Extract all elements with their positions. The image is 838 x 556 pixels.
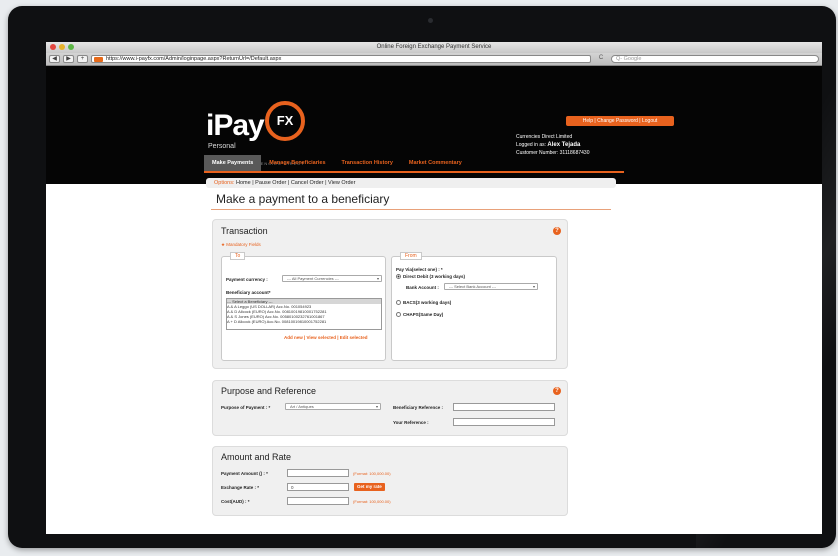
company-name: Currencies Direct Limited — [516, 134, 573, 140]
logged-in-line: Logged in as: Alex Tejada — [516, 141, 589, 149]
window-controls — [50, 44, 74, 50]
title-divider — [211, 209, 611, 210]
browser-toolbar: ◀ ▶ + https://www.i-payfx.com/Admin/logi… — [46, 53, 822, 66]
logo-subtitle: Personal — [208, 143, 236, 150]
payment-amount-input[interactable] — [287, 469, 349, 477]
your-reference-label: Your Reference : — [393, 420, 429, 425]
main-nav: Make Payments Manage Beneficiaries Trans… — [204, 155, 470, 171]
bank-account-select[interactable]: --- Select Bank Account --- — [444, 283, 538, 290]
tab-transaction-history[interactable]: Transaction History — [334, 155, 401, 171]
camera-icon — [428, 18, 433, 23]
tab-make-payments[interactable]: Make Payments — [204, 155, 262, 171]
radio-icon[interactable] — [396, 300, 401, 306]
beneficiary-account-label: Beneficiary account* — [226, 290, 271, 295]
close-window-icon[interactable] — [50, 44, 56, 50]
to-legend: To — [230, 252, 246, 260]
address-url: https://www.i-payfx.com/Admin/loginpage.… — [106, 56, 282, 62]
payment-currency-select[interactable]: --- All Payment Currencies --- — [282, 275, 382, 282]
cost-label: Cost(AUD) : * — [221, 499, 250, 504]
add-bookmark-button[interactable]: + — [77, 55, 88, 63]
payment-amount-hint: (Format: 100,000.00) — [353, 471, 391, 476]
beneficiary-list[interactable]: --- Select a Beneficiary --- A & A Leggo… — [226, 298, 382, 330]
amount-panel: Amount and Rate Payment Amount () : * (F… — [212, 446, 568, 516]
beneficiary-reference-input[interactable] — [453, 403, 555, 411]
cost-hint: (Format: 100,000.00) — [353, 499, 391, 504]
beneficiary-reference-label: Beneficiary Reference : — [393, 405, 444, 410]
favicon-icon — [94, 57, 103, 62]
options-bar: Options: Home | Pause Order | Cancel Ord… — [206, 178, 616, 188]
help-icon[interactable]: ? — [553, 387, 561, 395]
pay-via-label: Pay Via(select one) : * — [396, 267, 443, 272]
exchange-rate-label: Exchange Rate : * — [221, 485, 260, 490]
tab-manage-beneficiaries[interactable]: Manage Beneficiaries — [261, 155, 333, 171]
laptop-bezel: Online Foreign Exchange Payment Service … — [8, 6, 836, 548]
mandatory-note: ★ Mandatory Fields — [221, 242, 261, 247]
to-box: To Payment currency : --- All Payment Cu… — [221, 252, 386, 361]
bank-account-label: Bank Account : — [406, 285, 439, 290]
purpose-select[interactable]: Art / Antiques — [285, 403, 381, 410]
direct-debit-radio[interactable]: Direct Debit (3 working days) — [396, 274, 466, 280]
radio-selected-icon[interactable] — [396, 274, 401, 280]
fx-logo-icon: FX — [265, 101, 305, 141]
options-links[interactable]: Home | Pause Order | Cancel Order | View… — [236, 180, 355, 186]
payment-currency-label: Payment currency : — [226, 277, 268, 282]
logged-in-label: Logged in as: — [516, 142, 547, 148]
browser-title: Online Foreign Exchange Payment Service — [376, 44, 492, 50]
minimize-window-icon[interactable] — [59, 44, 65, 50]
help-icon[interactable]: ? — [553, 227, 561, 235]
browser-titlebar: Online Foreign Exchange Payment Service — [46, 42, 822, 53]
ipay-logo: iPay — [206, 109, 265, 142]
beneficiary-option[interactable]: A + D Allcock (EURO) Acc.No. 00810019810… — [227, 319, 381, 324]
address-bar[interactable]: https://www.i-payfx.com/Admin/loginpage.… — [91, 55, 591, 63]
bacs-label: BACS(3 working days) — [403, 300, 452, 305]
radio-icon[interactable] — [396, 312, 401, 318]
direct-debit-label: Direct Debit (3 working days) — [403, 274, 466, 279]
cost-input[interactable] — [287, 497, 349, 505]
exchange-rate-input[interactable]: 0 — [287, 483, 349, 491]
options-label: Options: — [214, 180, 235, 186]
from-legend: From — [400, 252, 422, 260]
search-input[interactable]: Q- Google — [611, 55, 819, 63]
transaction-panel: Transaction ? ★ Mandatory Fields To Paym… — [212, 219, 568, 369]
purpose-label: Purpose of Payment : * — [221, 405, 271, 410]
purpose-panel: Purpose and Reference ? Purpose of Payme… — [212, 380, 568, 436]
from-box: From Pay Via(select one) : * Direct Debi… — [391, 252, 557, 361]
get-rate-button[interactable]: Get my rate — [354, 483, 385, 491]
tab-market-commentary[interactable]: Market Commentary — [401, 155, 470, 171]
chaps-label: CHAPS(Same Day) — [403, 312, 444, 317]
browser-window: Online Foreign Exchange Payment Service … — [46, 42, 822, 534]
amount-heading: Amount and Rate — [221, 452, 292, 462]
user-name: Alex Tejada — [547, 142, 581, 148]
chaps-radio[interactable]: CHAPS(Same Day) — [396, 312, 444, 318]
reload-button[interactable]: C — [594, 55, 608, 63]
account-info: Currencies Direct Limited Logged in as: … — [516, 133, 589, 157]
your-reference-input[interactable] — [453, 418, 555, 426]
nav-divider — [204, 171, 624, 173]
purpose-heading: Purpose and Reference — [221, 386, 317, 396]
payment-amount-label: Payment Amount () : * — [221, 471, 268, 476]
transaction-heading: Transaction — [221, 226, 268, 236]
back-button[interactable]: ◀ — [49, 55, 60, 63]
account-links[interactable]: Help | Change Password | Logout — [566, 116, 674, 126]
bacs-radio[interactable]: BACS(3 working days) — [396, 300, 452, 306]
customer-number: Customer Number: 31118687430 — [516, 150, 590, 156]
zoom-window-icon[interactable] — [68, 44, 74, 50]
beneficiary-actions[interactable]: Add new | View selected | Edit selected — [284, 335, 367, 340]
page-title: Make a payment to a beneficiary — [216, 192, 390, 206]
forward-button[interactable]: ▶ — [63, 55, 74, 63]
